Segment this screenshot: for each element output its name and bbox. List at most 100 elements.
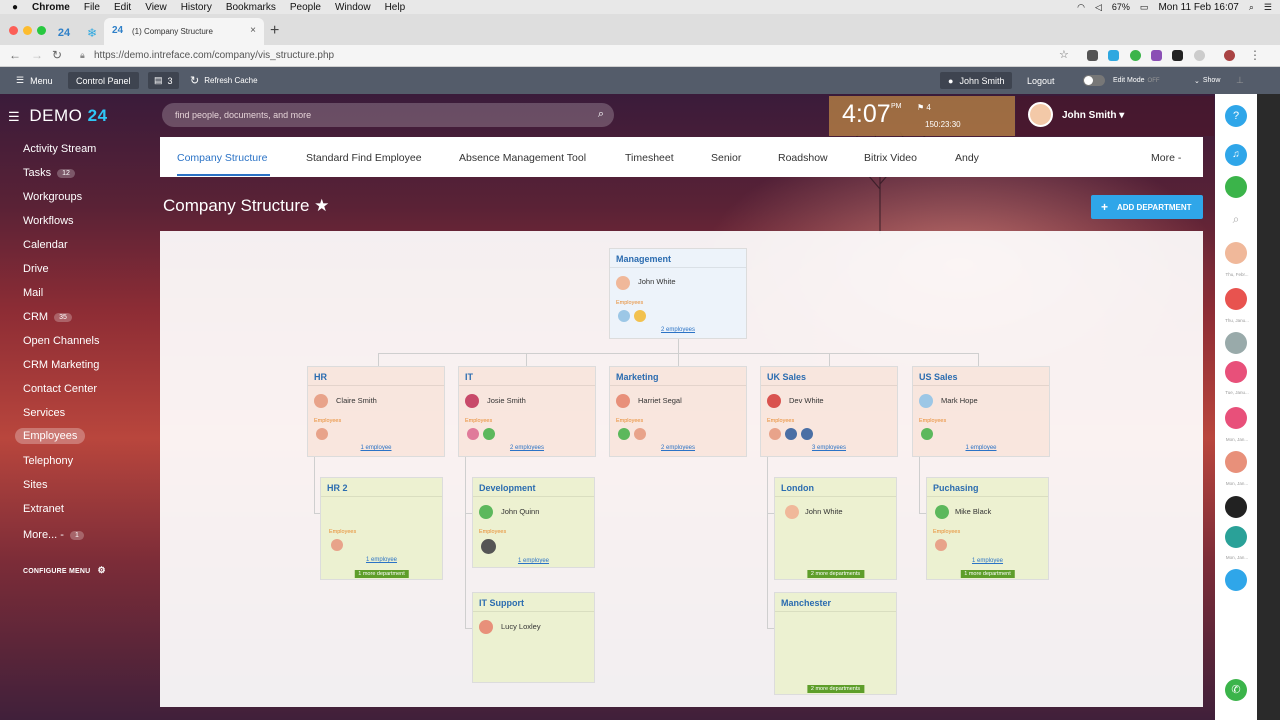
department-card-development[interactable]: Development John Quinn Employees 1 emplo… — [472, 477, 595, 568]
sidebar-item-more[interactable]: More... - 1 — [23, 529, 84, 541]
employee-count-link[interactable]: 1 employee — [473, 558, 594, 564]
control-panel-button[interactable]: Control Panel — [68, 72, 139, 89]
avatar[interactable] — [634, 428, 646, 440]
employee-count-link[interactable]: 1 employee — [927, 558, 1048, 564]
apple-icon[interactable]: ● — [12, 2, 18, 13]
tab-timesheet[interactable]: Timesheet — [625, 152, 674, 164]
avatar[interactable] — [634, 310, 646, 322]
department-head-name[interactable]: Harriet Segal — [638, 396, 682, 405]
help-icon[interactable]: ? — [1225, 105, 1247, 127]
sidebar-item-crm[interactable]: CRM 35 — [23, 311, 72, 323]
menu-extras-icon[interactable]: ☰ — [1264, 2, 1272, 13]
avatar[interactable] — [483, 428, 495, 440]
sidebar-item-extranet[interactable]: Extranet — [23, 503, 64, 515]
logout-link[interactable]: Logout — [1027, 67, 1055, 94]
department-name[interactable]: Management — [610, 249, 746, 268]
refresh-cache-button[interactable]: ↻ Refresh Cache — [190, 67, 258, 94]
avatar[interactable] — [801, 428, 813, 440]
page-scrollbar[interactable] — [1257, 94, 1280, 720]
phone-icon[interactable] — [1225, 407, 1247, 429]
department-head-name[interactable]: Mike Black — [955, 507, 991, 516]
employee-count-link[interactable]: 1 employee — [308, 445, 444, 451]
department-name[interactable]: IT Support — [473, 593, 594, 612]
search-icon[interactable]: ⌕ — [1225, 208, 1247, 230]
department-head-name[interactable]: Josie Smith — [487, 396, 526, 405]
menu-help[interactable]: Help — [385, 2, 406, 13]
user-menu[interactable]: John Smith ▾ — [1016, 96, 1214, 136]
avatar[interactable] — [616, 276, 630, 290]
tab-company-structure[interactable]: 24 (1) Company Structure × — [104, 18, 264, 45]
sidebar-item-contact-center[interactable]: Contact Center — [23, 383, 97, 395]
pinned-tab-snowflake[interactable]: ❄ — [80, 20, 104, 45]
phone-call-icon[interactable]: ✆ — [1225, 679, 1247, 701]
forward-icon[interactable]: → — [31, 48, 43, 62]
sidebar-item-services[interactable]: Services — [23, 407, 65, 419]
department-name[interactable]: US Sales — [913, 367, 1049, 386]
avatar[interactable] — [769, 428, 781, 440]
menu-people[interactable]: People — [290, 2, 321, 13]
avatar[interactable] — [1225, 451, 1247, 473]
reload-icon[interactable]: ↻ — [52, 48, 62, 62]
hamburger-icon[interactable]: ☰ — [8, 109, 20, 124]
department-card-management[interactable]: Management John White Employees 2 employ… — [609, 248, 747, 339]
department-head-name[interactable]: Dev White — [789, 396, 824, 405]
minimize-window-icon[interactable] — [23, 26, 32, 35]
department-card-uk-sales[interactable]: UK Sales Dev White Employees 3 employees — [760, 366, 898, 457]
tab-more[interactable]: More - — [1151, 152, 1181, 164]
avatar[interactable] — [314, 394, 328, 408]
department-name[interactable]: HR — [308, 367, 444, 386]
employee-count-link[interactable]: 1 employee — [321, 557, 442, 563]
sidebar-item-telephony[interactable]: Telephony — [23, 455, 73, 467]
menu-edit[interactable]: Edit — [114, 2, 131, 13]
bell-icon[interactable]: ♫ — [1225, 144, 1247, 166]
avatar[interactable] — [919, 394, 933, 408]
department-card-hr[interactable]: HR Claire Smith Employees 1 employee — [307, 366, 445, 457]
department-name[interactable]: Marketing — [610, 367, 746, 386]
department-head-name[interactable]: Lucy Loxley — [501, 622, 541, 631]
menu-button[interactable]: ☰ Menu — [16, 67, 53, 94]
menu-history[interactable]: History — [181, 2, 212, 13]
employee-count-link[interactable]: 2 employees — [610, 445, 746, 451]
department-card-manchester[interactable]: Manchester 2 more departments — [774, 592, 897, 695]
extension-icon[interactable] — [1130, 50, 1141, 61]
search-icon[interactable]: ⌕ — [1249, 2, 1254, 13]
avatar[interactable] — [616, 394, 630, 408]
sidebar-item-employees[interactable]: Employees — [15, 428, 86, 444]
avatar[interactable] — [331, 539, 343, 551]
work-time-widget[interactable]: 4:07 PM ⚑ 4 150:23:30 — [829, 96, 1015, 136]
panel-user-button[interactable]: ● John Smith — [940, 72, 1013, 89]
department-card-puchasing[interactable]: Puchasing Mike Black Employees 1 employe… — [926, 477, 1049, 580]
employee-count-link[interactable]: 2 employees — [459, 445, 595, 451]
configure-menu-link[interactable]: CONFIGURE MENU ⚙ — [23, 565, 106, 576]
show-toggle[interactable]: ⌄ Show — [1194, 67, 1220, 94]
tab-roadshow[interactable]: Roadshow — [778, 152, 828, 164]
sidebar-item-calendar[interactable]: Calendar — [23, 239, 68, 251]
sidebar-item-sites[interactable]: Sites — [23, 479, 47, 491]
portal-logo[interactable]: ☰ DEMO 24 — [8, 106, 108, 126]
phone-icon[interactable] — [1225, 288, 1247, 310]
sidebar-item-mail[interactable]: Mail — [23, 287, 43, 299]
department-card-us-sales[interactable]: US Sales Mark Hope Employees 1 employee — [912, 366, 1050, 457]
more-departments-badge[interactable]: 2 more departments — [806, 570, 865, 578]
bookmark-star-icon[interactable]: ☆ — [1059, 48, 1069, 61]
avatar[interactable] — [465, 394, 479, 408]
avatar[interactable] — [316, 428, 328, 440]
sidebar-item-workflows[interactable]: Workflows — [23, 215, 74, 227]
avatar[interactable] — [785, 505, 799, 519]
avatar[interactable] — [935, 505, 949, 519]
menu-bookmarks[interactable]: Bookmarks — [226, 2, 276, 13]
profile-avatar[interactable] — [1224, 50, 1235, 61]
tab-andy[interactable]: Andy — [955, 152, 979, 164]
extension-icon[interactable] — [1194, 50, 1205, 61]
employee-count-link[interactable]: 3 employees — [761, 445, 897, 451]
sidebar-item-crm-marketing[interactable]: CRM Marketing — [23, 359, 99, 371]
tab-bitrix-video[interactable]: Bitrix Video — [864, 152, 917, 164]
employee-count-link[interactable]: 2 employees — [610, 327, 746, 333]
department-head-name[interactable]: Claire Smith — [336, 396, 377, 405]
sidebar-item-activity-stream[interactable]: Activity Stream — [23, 143, 96, 155]
tab-senior[interactable]: Senior — [711, 152, 741, 164]
sidebar-item-open-channels[interactable]: Open Channels — [23, 335, 99, 347]
department-name[interactable]: Manchester — [775, 593, 896, 612]
extension-icon[interactable] — [1087, 50, 1098, 61]
search-input[interactable]: find people, documents, and more ⌕ — [162, 103, 614, 127]
